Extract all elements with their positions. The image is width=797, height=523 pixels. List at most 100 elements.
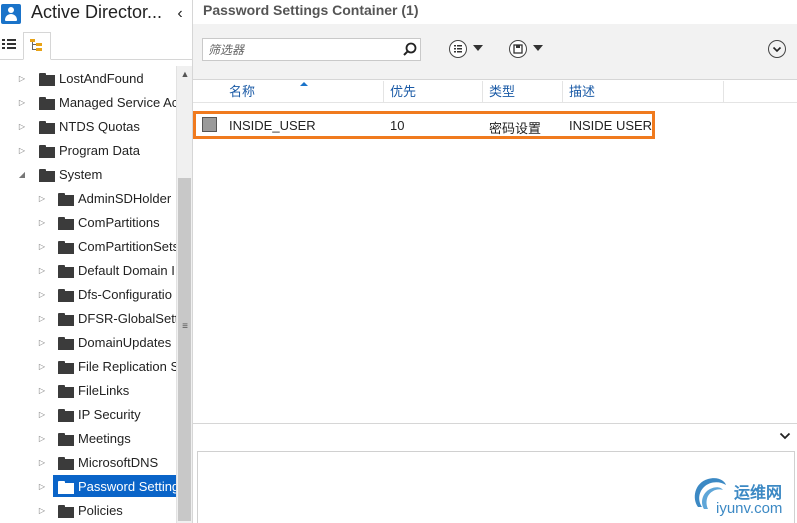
- expand-arrow-icon[interactable]: ▷: [37, 385, 47, 397]
- tree-item-label: IP Security: [78, 407, 141, 422]
- chevron-down-icon[interactable]: [778, 429, 792, 443]
- tree-item[interactable]: ▷ ComPartitionSets: [0, 235, 176, 259]
- view-options-button[interactable]: [449, 39, 485, 61]
- tree-item[interactable]: ▷ Program Data: [0, 139, 176, 163]
- expand-arrow-icon[interactable]: ▷: [37, 361, 47, 373]
- tab-list-view[interactable]: [0, 32, 24, 60]
- expand-arrow-icon[interactable]: ▷: [37, 433, 47, 445]
- scroll-up-arrow-icon[interactable]: ▲: [177, 66, 193, 82]
- expand-arrow-icon[interactable]: ▷: [17, 145, 27, 157]
- expand-arrow-icon[interactable]: ▷: [37, 241, 47, 253]
- cell-type: 密码设置: [489, 121, 542, 136]
- tree-item[interactable]: ▷ IP Security: [0, 403, 176, 427]
- expand-arrow-icon[interactable]: ▷: [37, 481, 47, 493]
- expand-arrow-icon[interactable]: ▷: [37, 505, 47, 517]
- expand-arrow-icon[interactable]: ▷: [37, 265, 47, 277]
- cell-name: INSIDE_USER: [229, 118, 316, 133]
- tree-item[interactable]: ▷ Managed Service Ac: [0, 91, 176, 115]
- tree-item-label: DomainUpdates: [78, 335, 172, 350]
- expand-arrow-icon[interactable]: ▷: [17, 73, 27, 85]
- collapse-pane-button[interactable]: ‹: [172, 5, 188, 23]
- folder-icon: [58, 457, 74, 470]
- folder-icon: [58, 337, 74, 350]
- chevron-down-icon: [473, 45, 483, 51]
- tree-item-label: System: [59, 167, 103, 182]
- column-header-description[interactable]: 描述: [563, 81, 724, 103]
- tree-item-label: Password Setting: [78, 479, 176, 494]
- tree-item[interactable]: ▷ Default Domain I: [0, 259, 176, 283]
- expand-arrow-icon[interactable]: ▷: [37, 457, 47, 469]
- cell-priority: 10: [390, 118, 405, 133]
- password-settings-object-icon: [202, 117, 217, 132]
- folder-icon: [39, 121, 55, 134]
- expand-arrow-icon[interactable]: ▷: [37, 217, 47, 229]
- tree-item[interactable]: ▷ Dfs-Configuratio: [0, 283, 176, 307]
- filter-input[interactable]: [203, 39, 398, 60]
- tree-item[interactable]: ▷ ComPartitions: [0, 211, 176, 235]
- expand-query-button[interactable]: [768, 40, 786, 58]
- tree-item[interactable]: ▷ MicrosoftDNS: [0, 451, 176, 475]
- folder-icon: [58, 265, 74, 278]
- folder-icon: [58, 313, 74, 326]
- list-options-icon: [449, 40, 467, 58]
- folder-icon: [39, 145, 55, 158]
- folder-icon: [58, 409, 74, 422]
- expand-arrow-icon[interactable]: ▷: [37, 289, 47, 301]
- expand-arrow-icon[interactable]: ▷: [37, 409, 47, 421]
- pane-splitter-grip-icon[interactable]: ≡: [177, 320, 193, 334]
- tree-item-label: Meetings: [78, 431, 131, 446]
- container-header: Password Settings Container (1): [193, 0, 797, 24]
- tab-tree-view[interactable]: [23, 32, 51, 60]
- tree-item-label: MicrosoftDNS: [78, 455, 159, 470]
- tree-item-label: Default Domain I: [78, 263, 175, 278]
- expand-arrow-icon[interactable]: ▷: [17, 121, 27, 133]
- tree-item-label: ComPartitionSets: [78, 239, 176, 254]
- watermark: 运维网 iyunv.com: [690, 473, 797, 523]
- tree-item[interactable]: ▷ AdminSDHolder: [0, 187, 176, 211]
- tree-item[interactable]: ▷ DomainUpdates: [0, 331, 176, 355]
- column-header-priority[interactable]: 优先: [384, 81, 483, 103]
- tree-item-label: AdminSDHolder: [78, 191, 172, 206]
- tree-view-icon: [30, 39, 42, 51]
- folder-icon: [39, 97, 55, 110]
- expanded-arrow-icon[interactable]: ◢: [17, 169, 27, 181]
- tree-scrollbar[interactable]: ▲ ≡: [176, 66, 192, 523]
- chevron-down-icon: [772, 46, 782, 53]
- tree-item[interactable]: ▷ FileLinks: [0, 379, 176, 403]
- tree-item[interactable]: ▷ Policies: [0, 499, 176, 523]
- tree-item-label: DFSR-GlobalSett: [78, 311, 176, 326]
- folder-icon: [58, 217, 74, 230]
- tree-item[interactable]: ▷ File Replication S: [0, 355, 176, 379]
- folder-icon: [58, 241, 74, 254]
- expand-arrow-icon[interactable]: ▷: [37, 193, 47, 205]
- folder-icon: [39, 169, 55, 182]
- column-header-extra: [724, 81, 797, 103]
- table-row[interactable]: INSIDE_USER 10 密码设置 INSIDE USER: [193, 111, 655, 139]
- tree-item[interactable]: ▷ Password Setting: [0, 475, 176, 499]
- tree-item[interactable]: ▷ Meetings: [0, 427, 176, 451]
- expand-arrow-icon[interactable]: ▷: [37, 313, 47, 325]
- column-header-type[interactable]: 类型: [483, 81, 563, 103]
- toolbar: [193, 24, 797, 80]
- app-title: Active Director...: [31, 2, 163, 22]
- save-query-button[interactable]: [509, 39, 545, 61]
- tree-item[interactable]: ▷ LostAndFound: [0, 67, 176, 91]
- tree-item-label: Dfs-Configuratio: [78, 287, 172, 302]
- scrollbar-thumb[interactable]: [178, 178, 191, 521]
- expand-arrow-icon[interactable]: ▷: [37, 337, 47, 349]
- tree-item-label: LostAndFound: [59, 71, 144, 86]
- search-icon[interactable]: [401, 41, 419, 59]
- expand-arrow-icon[interactable]: ▷: [17, 97, 27, 109]
- tree-item-label: Managed Service Ac: [59, 95, 176, 110]
- folder-icon: [58, 505, 74, 518]
- save-icon: [509, 40, 527, 58]
- watermark-domain: iyunv.com: [716, 500, 783, 517]
- tree-item[interactable]: ◢ System: [0, 163, 176, 187]
- sort-ascending-icon: [300, 82, 308, 86]
- view-tabs: [0, 30, 192, 60]
- tree-item[interactable]: ▷ DFSR-GlobalSett: [0, 307, 176, 331]
- list-view-icon: [2, 39, 16, 49]
- filter-box: [202, 38, 421, 61]
- tree-item[interactable]: ▷ NTDS Quotas: [0, 115, 176, 139]
- folder-icon: [39, 73, 55, 86]
